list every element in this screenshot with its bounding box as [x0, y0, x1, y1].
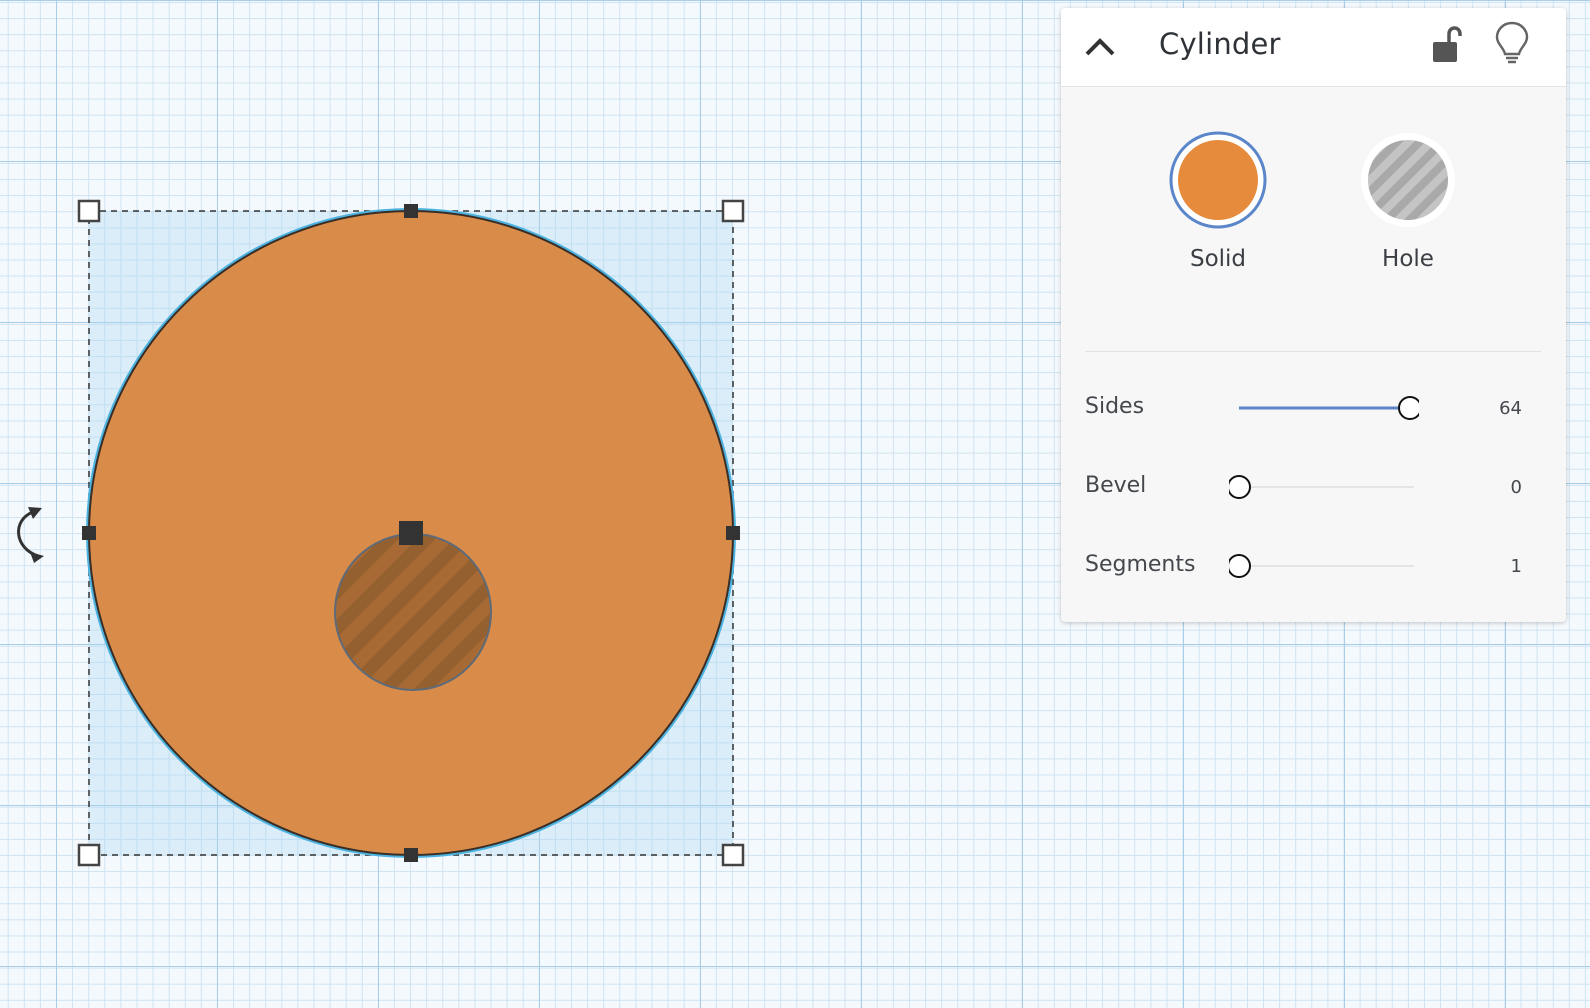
edge-handle-right[interactable] — [726, 526, 740, 540]
inspector-panel: Cylinder Solid Hole Sides 64 Bevel 0 Seg… — [1061, 8, 1566, 622]
segments-slider[interactable] — [1229, 546, 1419, 586]
segments-slider-thumb[interactable] — [1229, 554, 1251, 578]
sides-slider[interactable] — [1229, 388, 1419, 428]
hole-swatch — [1361, 133, 1455, 227]
hole-label: Hole — [1382, 246, 1434, 272]
rotate-handle-icon[interactable] — [17, 507, 44, 563]
edge-handle-left[interactable] — [82, 526, 96, 540]
edge-handle-top[interactable] — [404, 204, 418, 218]
bevel-value[interactable]: 0 — [1511, 477, 1522, 498]
segments-row: Segments 1 — [1061, 546, 1566, 586]
unlocked-padlock-icon[interactable] — [1429, 22, 1463, 66]
hole-cylinder[interactable] — [334, 533, 492, 691]
solid-swatch — [1169, 131, 1267, 229]
sides-label: Sides — [1085, 394, 1145, 419]
solid-label: Solid — [1189, 246, 1247, 272]
bevel-label: Bevel — [1085, 473, 1147, 498]
sides-row: Sides 64 — [1061, 388, 1566, 428]
lightbulb-icon[interactable] — [1494, 20, 1530, 66]
bevel-row: Bevel 0 — [1061, 467, 1566, 507]
corner-handle-top-right[interactable] — [721, 199, 745, 223]
hole-option-button[interactable]: Hole — [1348, 130, 1468, 290]
bevel-slider-thumb[interactable] — [1229, 475, 1251, 499]
panel-divider — [1085, 351, 1541, 352]
chevron-up-icon[interactable] — [1081, 30, 1119, 62]
hole-height-handle[interactable] — [399, 521, 423, 545]
edge-handle-bottom[interactable] — [404, 848, 418, 862]
segments-value[interactable]: 1 — [1511, 556, 1522, 577]
sides-slider-thumb[interactable] — [1398, 396, 1419, 420]
bevel-slider[interactable] — [1229, 467, 1419, 507]
corner-handle-bottom-right[interactable] — [721, 843, 745, 867]
corner-handle-top-left[interactable] — [77, 199, 101, 223]
sides-value[interactable]: 64 — [1499, 398, 1522, 419]
panel-title: Cylinder — [1159, 27, 1281, 61]
segments-label: Segments — [1085, 552, 1196, 577]
corner-handle-bottom-left[interactable] — [77, 843, 101, 867]
solid-option-button[interactable]: Solid — [1158, 130, 1278, 290]
inspector-header: Cylinder — [1061, 8, 1566, 87]
